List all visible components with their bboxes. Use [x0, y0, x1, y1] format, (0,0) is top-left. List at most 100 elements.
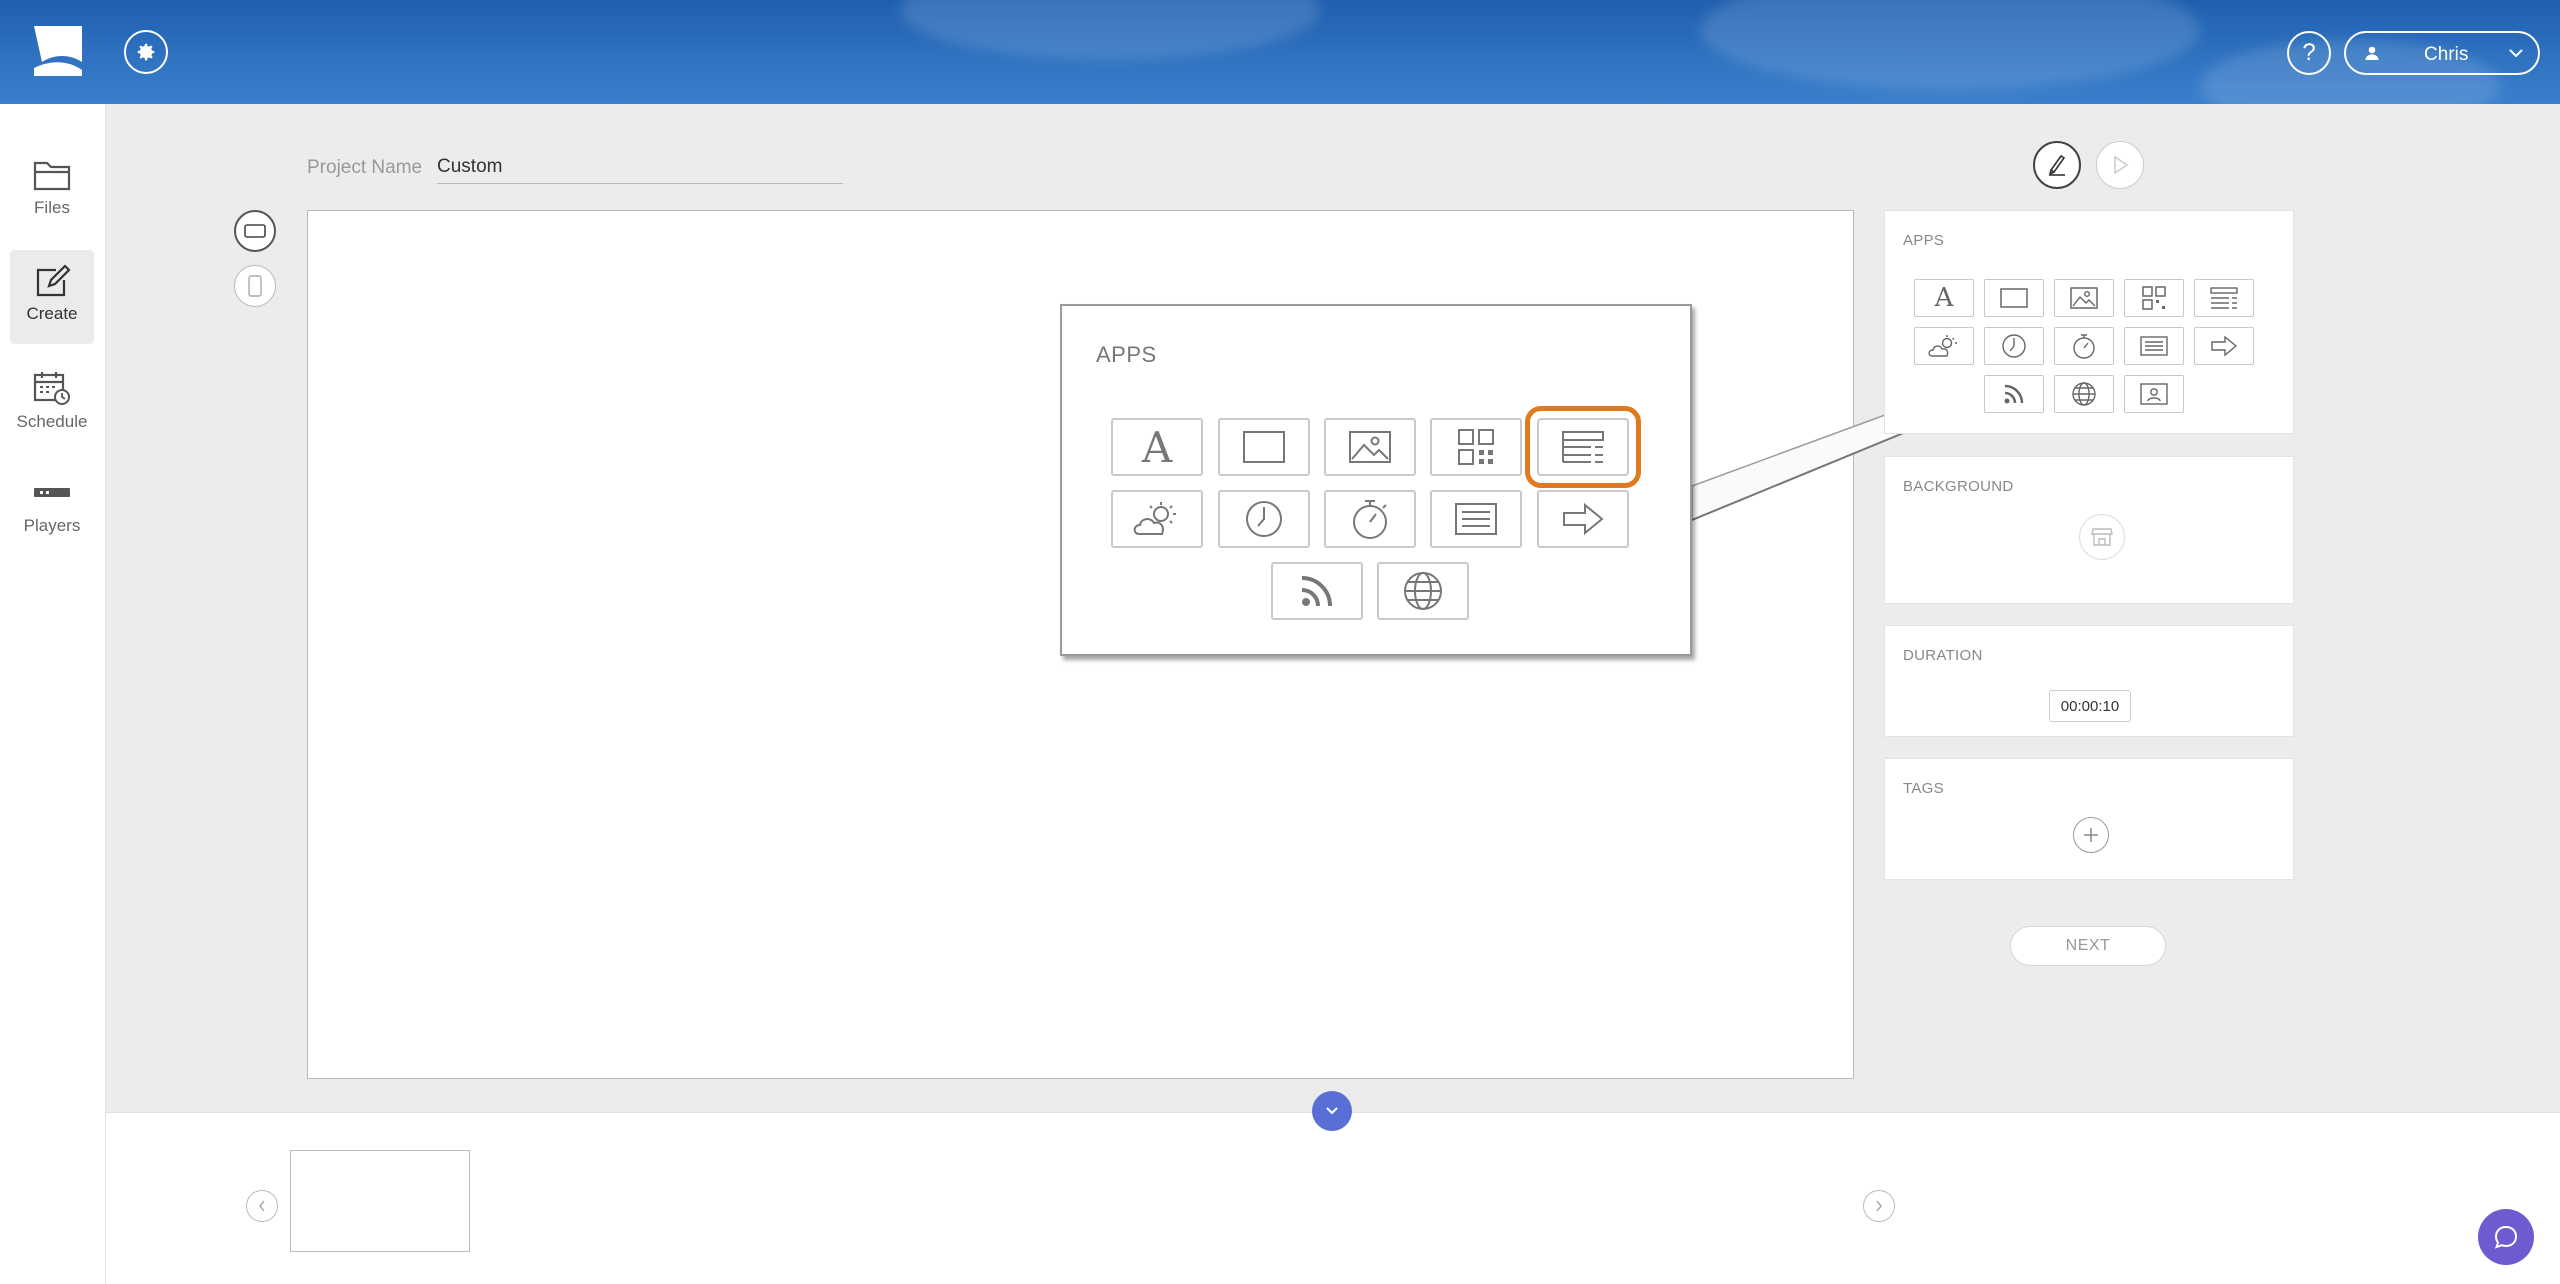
rectangle-icon [2000, 288, 2028, 308]
plus-icon [2084, 828, 2098, 842]
transition-app-tile[interactable] [2194, 327, 2254, 365]
top-bar: ? Chris [0, 0, 2560, 104]
clock-icon [2002, 334, 2026, 358]
ticker-app-tile[interactable] [2194, 279, 2254, 317]
duration-input[interactable]: 00:00:10 [2049, 690, 2131, 722]
image-app-tile[interactable] [2054, 279, 2114, 317]
arrow-right-icon [1563, 502, 1604, 536]
image-icon [2070, 287, 2098, 309]
pencil-icon [2048, 154, 2066, 176]
tags-panel-title: TAGS [1903, 780, 1944, 797]
chevron-left-icon [259, 1200, 265, 1212]
rectangle-icon [1243, 431, 1285, 463]
callout-list-app[interactable] [1430, 490, 1522, 548]
image-icon [1349, 431, 1391, 463]
globe-icon [2072, 382, 2096, 406]
callout-clock-app[interactable] [1218, 490, 1310, 548]
add-tag-button[interactable] [2073, 817, 2109, 853]
duration-panel-title: DURATION [1903, 647, 1983, 664]
user-menu-button[interactable]: Chris [2344, 31, 2540, 75]
callout-title: APPS [1096, 342, 1157, 367]
user-name: Chris [2424, 44, 2469, 65]
header-cloud [1700, 0, 2200, 90]
player-icon [34, 488, 70, 497]
list-icon [1455, 503, 1497, 535]
apps-panel-title: APPS [1903, 232, 1945, 249]
chat-bubble-icon [2494, 1225, 2518, 1249]
preview-button[interactable] [2096, 141, 2144, 189]
portrait-icon [248, 275, 262, 297]
presenter-app-tile[interactable] [2124, 375, 2184, 413]
landscape-button[interactable] [234, 210, 276, 252]
folder-icon [33, 161, 71, 191]
clock-app-tile[interactable] [1984, 327, 2044, 365]
help-button[interactable]: ? [2287, 31, 2331, 75]
landscape-icon [244, 224, 266, 238]
nav-item-files[interactable]: Files [10, 144, 94, 238]
qr-code-icon [1458, 429, 1494, 465]
countdown-app-tile[interactable] [2054, 327, 2114, 365]
person-icon [2365, 46, 2379, 60]
callout-image-app[interactable] [1324, 418, 1416, 476]
callout-transition-app[interactable] [1537, 490, 1629, 548]
callout-qr-app[interactable] [1430, 418, 1522, 476]
text-app-tile[interactable]: A [1914, 279, 1974, 317]
apps-panel: APPS A [1884, 210, 2294, 434]
chat-button[interactable] [2478, 1209, 2534, 1265]
clock-icon [1246, 501, 1282, 537]
qr-code-icon [2142, 286, 2166, 310]
slide-thumbnail[interactable] [290, 1150, 470, 1252]
chevron-down-icon [1326, 1107, 1338, 1115]
portrait-button[interactable] [234, 265, 276, 307]
project-name-input[interactable]: Custom [437, 150, 843, 184]
apps-zoom-callout: APPS A [1060, 304, 1692, 656]
chevron-down-icon [2509, 49, 2523, 58]
weather-icon [1133, 502, 1176, 535]
next-slide-button[interactable] [1863, 1190, 1895, 1222]
text-icon: A [1934, 283, 1954, 313]
rss-icon [1301, 576, 1332, 607]
ticker-list-icon [1562, 431, 1604, 463]
gear-icon [137, 43, 155, 61]
create-icon [36, 264, 71, 297]
callout-web-app[interactable] [1377, 562, 1469, 620]
qr-app-tile[interactable] [2124, 279, 2184, 317]
background-picker-button[interactable] [2079, 514, 2125, 560]
nav-item-create[interactable]: Create [10, 250, 94, 344]
callout-shape-app[interactable] [1218, 418, 1310, 476]
ticker-list-icon [2210, 287, 2238, 309]
web-app-tile[interactable] [2054, 375, 2114, 413]
duration-panel: DURATION 00:00:10 [1884, 625, 2294, 737]
app-logo[interactable] [30, 24, 86, 78]
slide-strip [106, 1112, 2560, 1284]
store-icon [2091, 528, 2113, 546]
callout-rss-app[interactable] [1271, 562, 1363, 620]
project-name-label: Project Name [307, 157, 423, 178]
chevron-right-icon [1876, 1200, 1882, 1212]
rss-app-tile[interactable] [1984, 375, 2044, 413]
edit-mode-button[interactable] [2033, 141, 2081, 189]
background-panel-title: BACKGROUND [1903, 478, 2014, 495]
nav-item-schedule[interactable]: Schedule [10, 356, 94, 450]
collapse-strip-button[interactable] [1312, 1091, 1352, 1131]
background-panel: BACKGROUND [1884, 456, 2294, 604]
weather-icon [1928, 335, 1957, 357]
callout-countdown-app[interactable] [1324, 490, 1416, 548]
callout-ticker-app[interactable] [1525, 406, 1641, 488]
prev-slide-button[interactable] [246, 1190, 278, 1222]
nav-item-players[interactable]: Players [10, 462, 94, 556]
callout-weather-app[interactable] [1111, 490, 1203, 548]
callout-text-app[interactable]: A [1111, 418, 1203, 476]
text-icon: A [1141, 422, 1173, 472]
list-app-tile[interactable] [2124, 327, 2184, 365]
settings-button[interactable] [124, 30, 168, 74]
header-cloud [900, 0, 1320, 60]
arrow-right-icon [2211, 335, 2238, 357]
globe-icon [1404, 572, 1442, 610]
presenter-icon [2140, 383, 2168, 405]
shape-app-tile[interactable] [1984, 279, 2044, 317]
weather-app-tile[interactable] [1914, 327, 1974, 365]
stopwatch-icon [1353, 500, 1387, 539]
list-icon [2140, 336, 2168, 356]
next-button[interactable]: NEXT [2010, 926, 2166, 966]
